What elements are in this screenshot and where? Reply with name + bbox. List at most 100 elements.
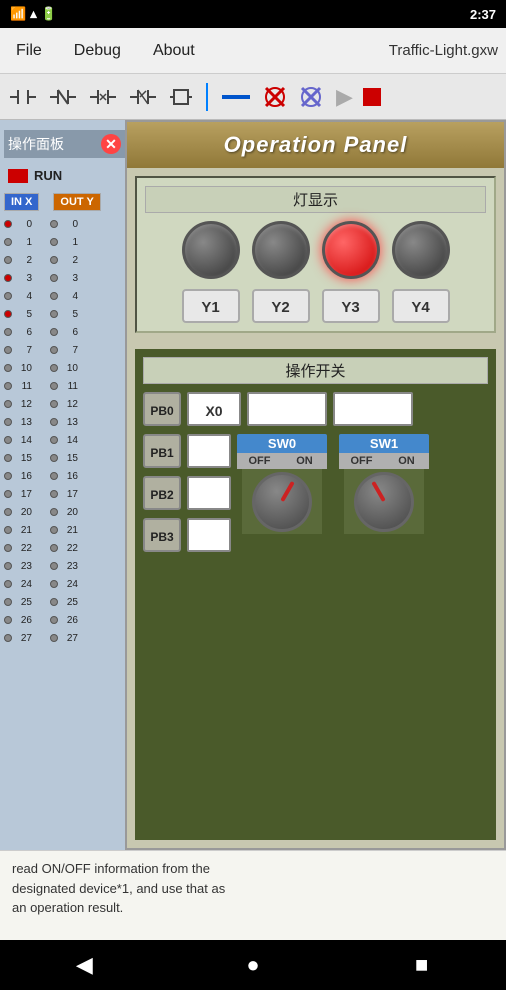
sw1-label: SW1 <box>339 434 429 453</box>
io-in-led-11 <box>4 418 12 426</box>
menu-file[interactable]: File <box>8 38 50 64</box>
contact-nc-icon[interactable] <box>46 84 80 110</box>
sw1-off-button[interactable]: OFF <box>339 453 384 469</box>
nav-home-button[interactable]: ● <box>233 952 273 978</box>
io-out-led-15 <box>50 490 58 498</box>
pb0-button[interactable]: PB0 <box>143 392 181 426</box>
sw0-on-button[interactable]: ON <box>282 453 327 469</box>
pb3-button[interactable]: PB3 <box>143 518 181 552</box>
io-out-led-0 <box>50 220 58 228</box>
pb1-box <box>187 434 231 468</box>
sw1-knob-indicator <box>371 480 385 501</box>
io-out-led-16 <box>50 508 58 516</box>
io-row-11: 13 13 <box>4 413 125 431</box>
light-y1 <box>182 221 240 279</box>
play-button[interactable]: ▶ <box>332 82 357 112</box>
io-in-led-23 <box>4 634 12 642</box>
contact-p-icon[interactable] <box>86 84 120 110</box>
status-icons: 📶 ▴ 🔋 <box>10 6 57 22</box>
light-label-y4[interactable]: Y4 <box>392 289 450 323</box>
io-out-num-9: 11 <box>60 381 78 392</box>
io-header: IN X OUT Y <box>4 193 125 211</box>
io-in-led-22 <box>4 616 12 624</box>
io-out-led-17 <box>50 526 58 534</box>
io-out-led-10 <box>50 400 58 408</box>
wifi-icon: 📶 <box>10 6 26 22</box>
left-panel: 操作面板 ✕ RUN IN X OUT Y 0 0 1 1 2 <box>0 120 130 850</box>
io-in-led-8 <box>4 364 12 372</box>
io-out-num-6: 6 <box>60 327 78 338</box>
io-in-led-1 <box>4 238 12 246</box>
io-out-num-8: 10 <box>60 363 78 374</box>
io-out-num-5: 5 <box>60 309 78 320</box>
pb2-button[interactable]: PB2 <box>143 476 181 510</box>
io-out-num-0: 0 <box>60 219 78 230</box>
light-y2 <box>252 221 310 279</box>
io-out-num-20: 24 <box>60 579 78 590</box>
sw0-offon: OFF ON <box>237 453 327 469</box>
sw0-knob[interactable] <box>242 469 322 534</box>
toolbar-line-icon[interactable] <box>218 90 254 104</box>
sw0-label: SW0 <box>237 434 327 453</box>
toolbar-x2-icon[interactable] <box>296 84 326 110</box>
io-in-led-20 <box>4 580 12 588</box>
toolbar-divider <box>206 83 208 111</box>
io-in-num-3: 3 <box>14 273 32 284</box>
light-section: 灯显示 Y1 Y2 Y3 Y4 <box>135 176 496 333</box>
io-in-num-16: 20 <box>14 507 32 518</box>
light-label-y1[interactable]: Y1 <box>182 289 240 323</box>
panel-close-button[interactable]: ✕ <box>101 134 121 154</box>
io-row-6: 6 6 <box>4 323 125 341</box>
bottom-line3: an operation result. <box>12 898 494 918</box>
io-in-num-11: 13 <box>14 417 32 428</box>
io-out-num-2: 2 <box>60 255 78 266</box>
pb2-box <box>187 476 231 510</box>
io-in-num-19: 23 <box>14 561 32 572</box>
io-in-num-23: 27 <box>14 633 32 644</box>
io-in-num-7: 7 <box>14 345 32 356</box>
nav-back-button[interactable]: ◀ <box>64 952 104 978</box>
io-in-num-14: 16 <box>14 471 32 482</box>
sw1-knob[interactable] <box>344 469 424 534</box>
menu-about[interactable]: About <box>145 38 203 64</box>
sw0-off-button[interactable]: OFF <box>237 453 282 469</box>
run-label: RUN <box>34 168 62 183</box>
panel-title: 操作面板 ✕ <box>4 130 125 158</box>
io-out-led-11 <box>50 418 58 426</box>
io-in-led-6 <box>4 328 12 336</box>
signal-icon: ▴ <box>30 6 37 22</box>
io-in-num-4: 4 <box>14 291 32 302</box>
io-in-num-8: 10 <box>14 363 32 374</box>
contact-n-icon[interactable] <box>126 84 160 110</box>
io-out-num-23: 27 <box>60 633 78 644</box>
io-in-num-6: 6 <box>14 327 32 338</box>
light-label-y3[interactable]: Y3 <box>322 289 380 323</box>
io-out-led-14 <box>50 472 58 480</box>
menu-debug[interactable]: Debug <box>66 38 129 64</box>
sw1-on-button[interactable]: ON <box>384 453 429 469</box>
io-in-num-15: 17 <box>14 489 32 500</box>
toolbar-x1-icon[interactable] <box>260 84 290 110</box>
io-row-13: 15 15 <box>4 449 125 467</box>
io-row-1: 1 1 <box>4 233 125 251</box>
switch-row-pb0: PB0 X0 <box>143 392 488 426</box>
io-out-led-18 <box>50 544 58 552</box>
io-in-num-2: 2 <box>14 255 32 266</box>
io-row-15: 17 17 <box>4 485 125 503</box>
io-row-14: 16 16 <box>4 467 125 485</box>
pb1-button[interactable]: PB1 <box>143 434 181 468</box>
io-out-led-21 <box>50 598 58 606</box>
stop-button[interactable] <box>363 88 381 106</box>
light-label-y2[interactable]: Y2 <box>252 289 310 323</box>
io-row-20: 24 24 <box>4 575 125 593</box>
io-in-led-12 <box>4 436 12 444</box>
nav-recent-button[interactable]: ■ <box>402 952 442 978</box>
contact-no-icon[interactable] <box>6 84 40 110</box>
io-in-num-13: 15 <box>14 453 32 464</box>
coil-icon[interactable] <box>166 84 196 110</box>
io-in-led-4 <box>4 292 12 300</box>
io-in-num-21: 25 <box>14 597 32 608</box>
main-area: 操作面板 ✕ RUN IN X OUT Y 0 0 1 1 2 <box>0 120 506 850</box>
io-in-num-10: 12 <box>14 399 32 410</box>
io-row-5: 5 5 <box>4 305 125 323</box>
